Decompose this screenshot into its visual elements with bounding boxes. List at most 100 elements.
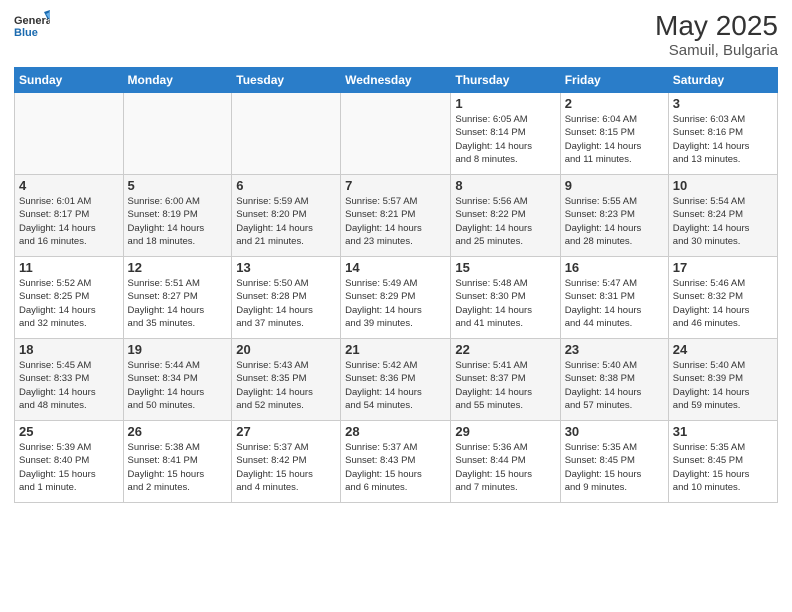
day-number: 18 (19, 342, 119, 357)
day-info: Sunrise: 5:36 AM Sunset: 8:44 PM Dayligh… (455, 441, 555, 494)
calendar-cell: 1 Sunrise: 6:05 AM Sunset: 8:14 PM Daylig… (451, 93, 560, 175)
day-info: Sunrise: 5:38 AM Sunset: 8:41 PM Dayligh… (128, 441, 228, 494)
calendar-week-row: 1 Sunrise: 6:05 AM Sunset: 8:14 PM Daylig… (15, 93, 778, 175)
calendar-week-row: 4 Sunrise: 6:01 AM Sunset: 8:17 PM Daylig… (15, 175, 778, 257)
day-number: 9 (565, 178, 664, 193)
calendar-cell: 18 Sunrise: 5:45 AM Sunset: 8:33 PM Dayli… (15, 339, 124, 421)
calendar-cell: 16Sunrise: 5:47 AM Sunset: 8:31 PM Dayli… (560, 257, 668, 339)
calendar-cell: 15 Sunrise: 5:48 AM Sunset: 8:30 PM Dayli… (451, 257, 560, 339)
day-info: Sunrise: 5:43 AM Sunset: 8:35 PM Dayligh… (236, 359, 336, 412)
calendar-cell: 8 Sunrise: 5:56 AM Sunset: 8:22 PM Daylig… (451, 175, 560, 257)
day-number: 25 (19, 424, 119, 439)
calendar-cell: 3Sunrise: 6:03 AM Sunset: 8:16 PM Daylig… (668, 93, 777, 175)
day-info: Sunrise: 5:50 AM Sunset: 8:28 PM Dayligh… (236, 277, 336, 330)
title-area: May 2025 Samuil, Bulgaria (655, 10, 778, 59)
calendar-cell: 14 Sunrise: 5:49 AM Sunset: 8:29 PM Dayli… (341, 257, 451, 339)
day-info: Sunrise: 5:51 AM Sunset: 8:27 PM Dayligh… (128, 277, 228, 330)
day-info: Sunrise: 5:40 AM Sunset: 8:39 PM Dayligh… (673, 359, 773, 412)
calendar-week-row: 18 Sunrise: 5:45 AM Sunset: 8:33 PM Dayli… (15, 339, 778, 421)
day-number: 19 (128, 342, 228, 357)
day-number: 21 (345, 342, 446, 357)
day-number: 5 (128, 178, 228, 193)
day-info: Sunrise: 5:55 AM Sunset: 8:23 PM Dayligh… (565, 195, 664, 248)
calendar-cell: 10 Sunrise: 5:54 AM Sunset: 8:24 PM Dayli… (668, 175, 777, 257)
calendar-cell: 28 Sunrise: 5:37 AM Sunset: 8:43 PM Dayli… (341, 421, 451, 503)
day-number: 28 (345, 424, 446, 439)
calendar-cell: 4 Sunrise: 6:01 AM Sunset: 8:17 PM Daylig… (15, 175, 124, 257)
calendar-cell: 17 Sunrise: 5:46 AM Sunset: 8:32 PM Dayli… (668, 257, 777, 339)
day-number: 17 (673, 260, 773, 275)
svg-text:Blue: Blue (14, 27, 38, 39)
calendar-cell: 12Sunrise: 5:51 AM Sunset: 8:27 PM Dayli… (123, 257, 232, 339)
calendar: Sunday Monday Tuesday Wednesday Thursday… (14, 67, 778, 503)
day-number: 29 (455, 424, 555, 439)
col-sunday: Sunday (15, 68, 124, 93)
calendar-cell: 11 Sunrise: 5:52 AM Sunset: 8:25 PM Dayli… (15, 257, 124, 339)
day-number: 8 (455, 178, 555, 193)
day-number: 13 (236, 260, 336, 275)
day-info: Sunrise: 5:45 AM Sunset: 8:33 PM Dayligh… (19, 359, 119, 412)
day-info: Sunrise: 5:37 AM Sunset: 8:43 PM Dayligh… (345, 441, 446, 494)
day-info: Sunrise: 5:35 AM Sunset: 8:45 PM Dayligh… (565, 441, 664, 494)
calendar-cell: 31 Sunrise: 5:35 AM Sunset: 8:45 PM Dayli… (668, 421, 777, 503)
day-number: 24 (673, 342, 773, 357)
calendar-cell: 2Sunrise: 6:04 AM Sunset: 8:15 PM Daylig… (560, 93, 668, 175)
calendar-cell: 30Sunrise: 5:35 AM Sunset: 8:45 PM Dayli… (560, 421, 668, 503)
svg-text:General: General (14, 15, 50, 27)
day-info: Sunrise: 5:46 AM Sunset: 8:32 PM Dayligh… (673, 277, 773, 330)
calendar-cell: 20Sunrise: 5:43 AM Sunset: 8:35 PM Dayli… (232, 339, 341, 421)
calendar-week-row: 11 Sunrise: 5:52 AM Sunset: 8:25 PM Dayli… (15, 257, 778, 339)
day-info: Sunrise: 6:05 AM Sunset: 8:14 PM Dayligh… (455, 113, 555, 166)
calendar-cell: 5 Sunrise: 6:00 AM Sunset: 8:19 PM Daylig… (123, 175, 232, 257)
day-info: Sunrise: 6:00 AM Sunset: 8:19 PM Dayligh… (128, 195, 228, 248)
calendar-cell: 27 Sunrise: 5:37 AM Sunset: 8:42 PM Dayli… (232, 421, 341, 503)
calendar-cell: 24 Sunrise: 5:40 AM Sunset: 8:39 PM Dayli… (668, 339, 777, 421)
day-number: 6 (236, 178, 336, 193)
day-number: 26 (128, 424, 228, 439)
col-friday: Friday (560, 68, 668, 93)
day-info: Sunrise: 5:39 AM Sunset: 8:40 PM Dayligh… (19, 441, 119, 494)
day-number: 1 (455, 96, 555, 111)
col-wednesday: Wednesday (341, 68, 451, 93)
day-number: 22 (455, 342, 555, 357)
day-number: 14 (345, 260, 446, 275)
calendar-header-row: Sunday Monday Tuesday Wednesday Thursday… (15, 68, 778, 93)
day-info: Sunrise: 5:37 AM Sunset: 8:42 PM Dayligh… (236, 441, 336, 494)
calendar-cell: 7 Sunrise: 5:57 AM Sunset: 8:21 PM Daylig… (341, 175, 451, 257)
day-info: Sunrise: 5:44 AM Sunset: 8:34 PM Dayligh… (128, 359, 228, 412)
day-info: Sunrise: 5:49 AM Sunset: 8:29 PM Dayligh… (345, 277, 446, 330)
day-info: Sunrise: 6:01 AM Sunset: 8:17 PM Dayligh… (19, 195, 119, 248)
day-info: Sunrise: 5:57 AM Sunset: 8:21 PM Dayligh… (345, 195, 446, 248)
day-number: 10 (673, 178, 773, 193)
day-number: 11 (19, 260, 119, 275)
day-number: 3 (673, 96, 773, 111)
calendar-cell: 22 Sunrise: 5:41 AM Sunset: 8:37 PM Dayli… (451, 339, 560, 421)
calendar-cell: 25 Sunrise: 5:39 AM Sunset: 8:40 PM Dayli… (15, 421, 124, 503)
day-info: Sunrise: 5:48 AM Sunset: 8:30 PM Dayligh… (455, 277, 555, 330)
calendar-cell (341, 93, 451, 175)
col-saturday: Saturday (668, 68, 777, 93)
day-info: Sunrise: 5:59 AM Sunset: 8:20 PM Dayligh… (236, 195, 336, 248)
day-number: 7 (345, 178, 446, 193)
calendar-cell: 29 Sunrise: 5:36 AM Sunset: 8:44 PM Dayli… (451, 421, 560, 503)
calendar-cell: 23Sunrise: 5:40 AM Sunset: 8:38 PM Dayli… (560, 339, 668, 421)
day-number: 4 (19, 178, 119, 193)
page-container: General Blue May 2025 Samuil, Bulgaria S… (0, 0, 792, 612)
day-info: Sunrise: 5:42 AM Sunset: 8:36 PM Dayligh… (345, 359, 446, 412)
day-info: Sunrise: 5:54 AM Sunset: 8:24 PM Dayligh… (673, 195, 773, 248)
day-number: 27 (236, 424, 336, 439)
day-number: 15 (455, 260, 555, 275)
calendar-cell: 6 Sunrise: 5:59 AM Sunset: 8:20 PM Daylig… (232, 175, 341, 257)
calendar-cell: 26 Sunrise: 5:38 AM Sunset: 8:41 PM Dayli… (123, 421, 232, 503)
day-number: 31 (673, 424, 773, 439)
logo-svg: General Blue (14, 10, 50, 46)
header: General Blue May 2025 Samuil, Bulgaria (14, 10, 778, 59)
day-info: Sunrise: 5:56 AM Sunset: 8:22 PM Dayligh… (455, 195, 555, 248)
day-info: Sunrise: 6:04 AM Sunset: 8:15 PM Dayligh… (565, 113, 664, 166)
calendar-week-row: 25 Sunrise: 5:39 AM Sunset: 8:40 PM Dayli… (15, 421, 778, 503)
day-info: Sunrise: 5:52 AM Sunset: 8:25 PM Dayligh… (19, 277, 119, 330)
day-info: Sunrise: 5:35 AM Sunset: 8:45 PM Dayligh… (673, 441, 773, 494)
day-info: Sunrise: 5:41 AM Sunset: 8:37 PM Dayligh… (455, 359, 555, 412)
day-number: 23 (565, 342, 664, 357)
calendar-cell: 21 Sunrise: 5:42 AM Sunset: 8:36 PM Dayli… (341, 339, 451, 421)
